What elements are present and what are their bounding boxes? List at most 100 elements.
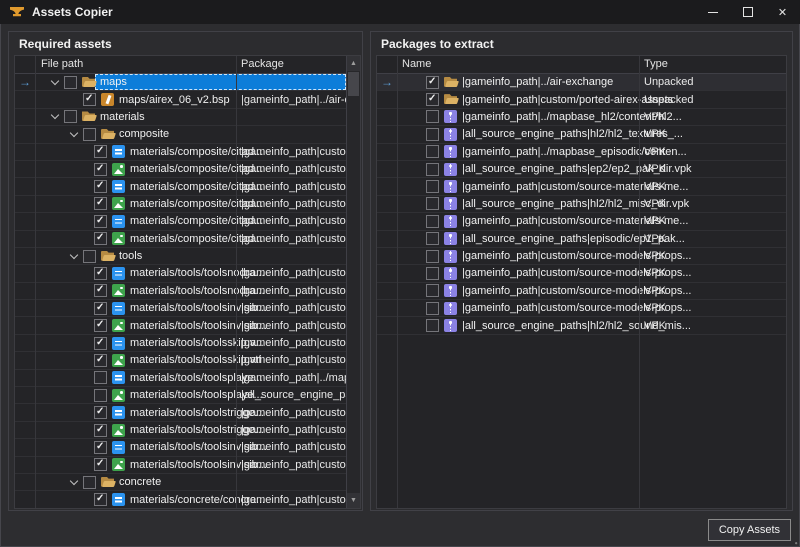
tree-row[interactable]: materials/composite/citad...|gameinfo_pa… bbox=[15, 196, 346, 213]
package-row[interactable]: |all_source_engine_paths|hl2/hl2_texture… bbox=[377, 126, 786, 143]
row-checkbox[interactable] bbox=[94, 424, 107, 437]
column-header-name[interactable]: Name bbox=[402, 58, 431, 70]
row-checkbox[interactable] bbox=[426, 180, 439, 193]
row-checkbox[interactable] bbox=[426, 215, 439, 228]
row-checkbox[interactable] bbox=[94, 215, 107, 228]
row-checkbox[interactable] bbox=[426, 302, 439, 315]
tree-row[interactable]: materials/tools/toolsnodra...|gameinfo_p… bbox=[15, 283, 346, 300]
row-checkbox[interactable] bbox=[83, 250, 96, 263]
close-button-icon[interactable]: ✕ bbox=[765, 0, 800, 24]
row-checkbox[interactable] bbox=[426, 76, 439, 89]
expander-chevron-icon[interactable] bbox=[49, 76, 62, 89]
vmt-icon bbox=[112, 145, 125, 158]
tree-row[interactable]: composite bbox=[15, 126, 346, 143]
row-checkbox[interactable] bbox=[426, 232, 439, 245]
package-row[interactable]: |gameinfo_path|custom/ported-airex-asset… bbox=[377, 91, 786, 108]
maximize-button-icon[interactable] bbox=[730, 0, 765, 24]
row-checkbox[interactable] bbox=[426, 145, 439, 158]
tree-row[interactable]: materials/composite/citad...|gameinfo_pa… bbox=[15, 178, 346, 195]
scroll-down-icon[interactable]: ▼ bbox=[347, 493, 360, 508]
row-checkbox[interactable] bbox=[83, 476, 96, 489]
row-checkbox[interactable] bbox=[426, 93, 439, 106]
package-row[interactable]: |gameinfo_path|custom/source-models-prop… bbox=[377, 300, 786, 317]
vertical-scrollbar[interactable]: ▲ ▼ bbox=[346, 56, 360, 508]
tree-row[interactable]: materials/composite/citad...|gameinfo_pa… bbox=[15, 161, 346, 178]
tree-row[interactable]: materials/tools/toolsinvisib...|gameinfo… bbox=[15, 300, 346, 317]
row-checkbox[interactable] bbox=[83, 93, 96, 106]
row-checkbox[interactable] bbox=[94, 319, 107, 332]
expander-chevron-icon[interactable] bbox=[68, 476, 81, 489]
scroll-up-icon[interactable]: ▲ bbox=[347, 56, 360, 71]
row-checkbox[interactable] bbox=[94, 406, 107, 419]
tree-row[interactable]: materials/tools/toolsskip.vtf|gameinfo_p… bbox=[15, 352, 346, 369]
row-checkbox[interactable] bbox=[426, 284, 439, 297]
minimize-button-icon[interactable] bbox=[695, 0, 730, 24]
row-checkbox[interactable] bbox=[94, 284, 107, 297]
scrollbar-thumb[interactable] bbox=[348, 72, 359, 96]
row-checkbox[interactable] bbox=[94, 145, 107, 158]
row-checkbox[interactable] bbox=[94, 354, 107, 367]
row-gutter bbox=[377, 144, 397, 160]
tree-row[interactable]: materials/tools/toolsskip.v...|gameinfo_… bbox=[15, 335, 346, 352]
row-checkbox[interactable] bbox=[94, 180, 107, 193]
package-row[interactable]: →|gameinfo_path|../air-exchangeUnpacked bbox=[377, 74, 786, 91]
column-header-file-path[interactable]: File path bbox=[41, 58, 83, 70]
package-row[interactable]: |all_source_engine_paths|episodic/ep1_pa… bbox=[377, 231, 786, 248]
row-checkbox[interactable] bbox=[64, 110, 77, 123]
package-row[interactable]: |all_source_engine_paths|hl2/hl2_misc_di… bbox=[377, 196, 786, 213]
tree-row[interactable]: materials bbox=[15, 109, 346, 126]
package-row[interactable]: |gameinfo_path|custom/source-models-prop… bbox=[377, 283, 786, 300]
tree-row[interactable]: maps/airex_06_v2.bsp|gameinfo_path|../ai… bbox=[15, 91, 346, 108]
row-checkbox[interactable] bbox=[426, 267, 439, 280]
tree-row[interactable]: materials/tools/toolsinvisib...|gameinfo… bbox=[15, 317, 346, 334]
package-row[interactable]: |gameinfo_path|custom/source-models-prop… bbox=[377, 248, 786, 265]
tree-row[interactable]: materials/tools/toolsnodra...|gameinfo_p… bbox=[15, 265, 346, 282]
row-checkbox[interactable] bbox=[94, 389, 107, 402]
row-checkbox[interactable] bbox=[94, 163, 107, 176]
tree-row[interactable]: materials/composite/citad...|gameinfo_pa… bbox=[15, 231, 346, 248]
row-checkbox[interactable] bbox=[426, 163, 439, 176]
row-checkbox[interactable] bbox=[83, 128, 96, 141]
row-checkbox[interactable] bbox=[426, 319, 439, 332]
tree-row[interactable]: materials/composite/citad...|gameinfo_pa… bbox=[15, 213, 346, 230]
tree-row[interactable]: materials/composite/citad...|gameinfo_pa… bbox=[15, 144, 346, 161]
tree-row[interactable]: materials/tools/toolsinvisib...|gameinfo… bbox=[15, 439, 346, 456]
tree-row[interactable]: →maps bbox=[15, 74, 346, 91]
column-header-type[interactable]: Type bbox=[644, 58, 668, 70]
row-checkbox[interactable] bbox=[94, 337, 107, 350]
column-header-package[interactable]: Package bbox=[241, 58, 284, 70]
row-checkbox[interactable] bbox=[426, 110, 439, 123]
tree-row[interactable]: materials/tools/toolstrigge...|gameinfo_… bbox=[15, 404, 346, 421]
row-checkbox[interactable] bbox=[94, 302, 107, 315]
row-checkbox[interactable] bbox=[94, 458, 107, 471]
copy-assets-button[interactable]: Copy Assets bbox=[708, 519, 791, 541]
expander-chevron-icon[interactable] bbox=[68, 250, 81, 263]
tree-row[interactable]: materials/tools/toolsinvisib...|gameinfo… bbox=[15, 457, 346, 474]
row-checkbox[interactable] bbox=[426, 250, 439, 263]
package-row[interactable]: |all_source_engine_paths|hl2/hl2_sound_m… bbox=[377, 317, 786, 334]
row-checkbox[interactable] bbox=[426, 197, 439, 210]
tree-row[interactable]: materials/tools/toolsplaye...|gameinfo_p… bbox=[15, 370, 346, 387]
resize-grip[interactable] bbox=[792, 539, 798, 545]
package-row[interactable]: |gameinfo_path|../mapbase_episodic/conte… bbox=[377, 144, 786, 161]
package-row[interactable]: |all_source_engine_paths|ep2/ep2_pak_dir… bbox=[377, 161, 786, 178]
row-checkbox[interactable] bbox=[94, 493, 107, 506]
tree-row[interactable]: materials/tools/toolsplaye...|all_source… bbox=[15, 387, 346, 404]
row-checkbox[interactable] bbox=[94, 197, 107, 210]
row-checkbox[interactable] bbox=[94, 267, 107, 280]
row-checkbox[interactable] bbox=[94, 441, 107, 454]
expander-chevron-icon[interactable] bbox=[49, 110, 62, 123]
tree-row[interactable]: concrete bbox=[15, 474, 346, 491]
row-checkbox[interactable] bbox=[64, 76, 77, 89]
expander-chevron-icon[interactable] bbox=[68, 128, 81, 141]
tree-row[interactable]: materials/concrete/concre...|gameinfo_pa… bbox=[15, 491, 346, 508]
package-row[interactable]: |gameinfo_path|custom/source-models-prop… bbox=[377, 265, 786, 282]
package-row[interactable]: |gameinfo_path|../mapbase_hl2/content/hl… bbox=[377, 109, 786, 126]
row-checkbox[interactable] bbox=[426, 128, 439, 141]
package-row[interactable]: |gameinfo_path|custom/source-materials-m… bbox=[377, 178, 786, 195]
tree-row[interactable]: tools bbox=[15, 248, 346, 265]
row-checkbox[interactable] bbox=[94, 371, 107, 384]
package-row[interactable]: |gameinfo_path|custom/source-materials-m… bbox=[377, 213, 786, 230]
row-checkbox[interactable] bbox=[94, 232, 107, 245]
tree-row[interactable]: materials/tools/toolstrigge...|gameinfo_… bbox=[15, 422, 346, 439]
